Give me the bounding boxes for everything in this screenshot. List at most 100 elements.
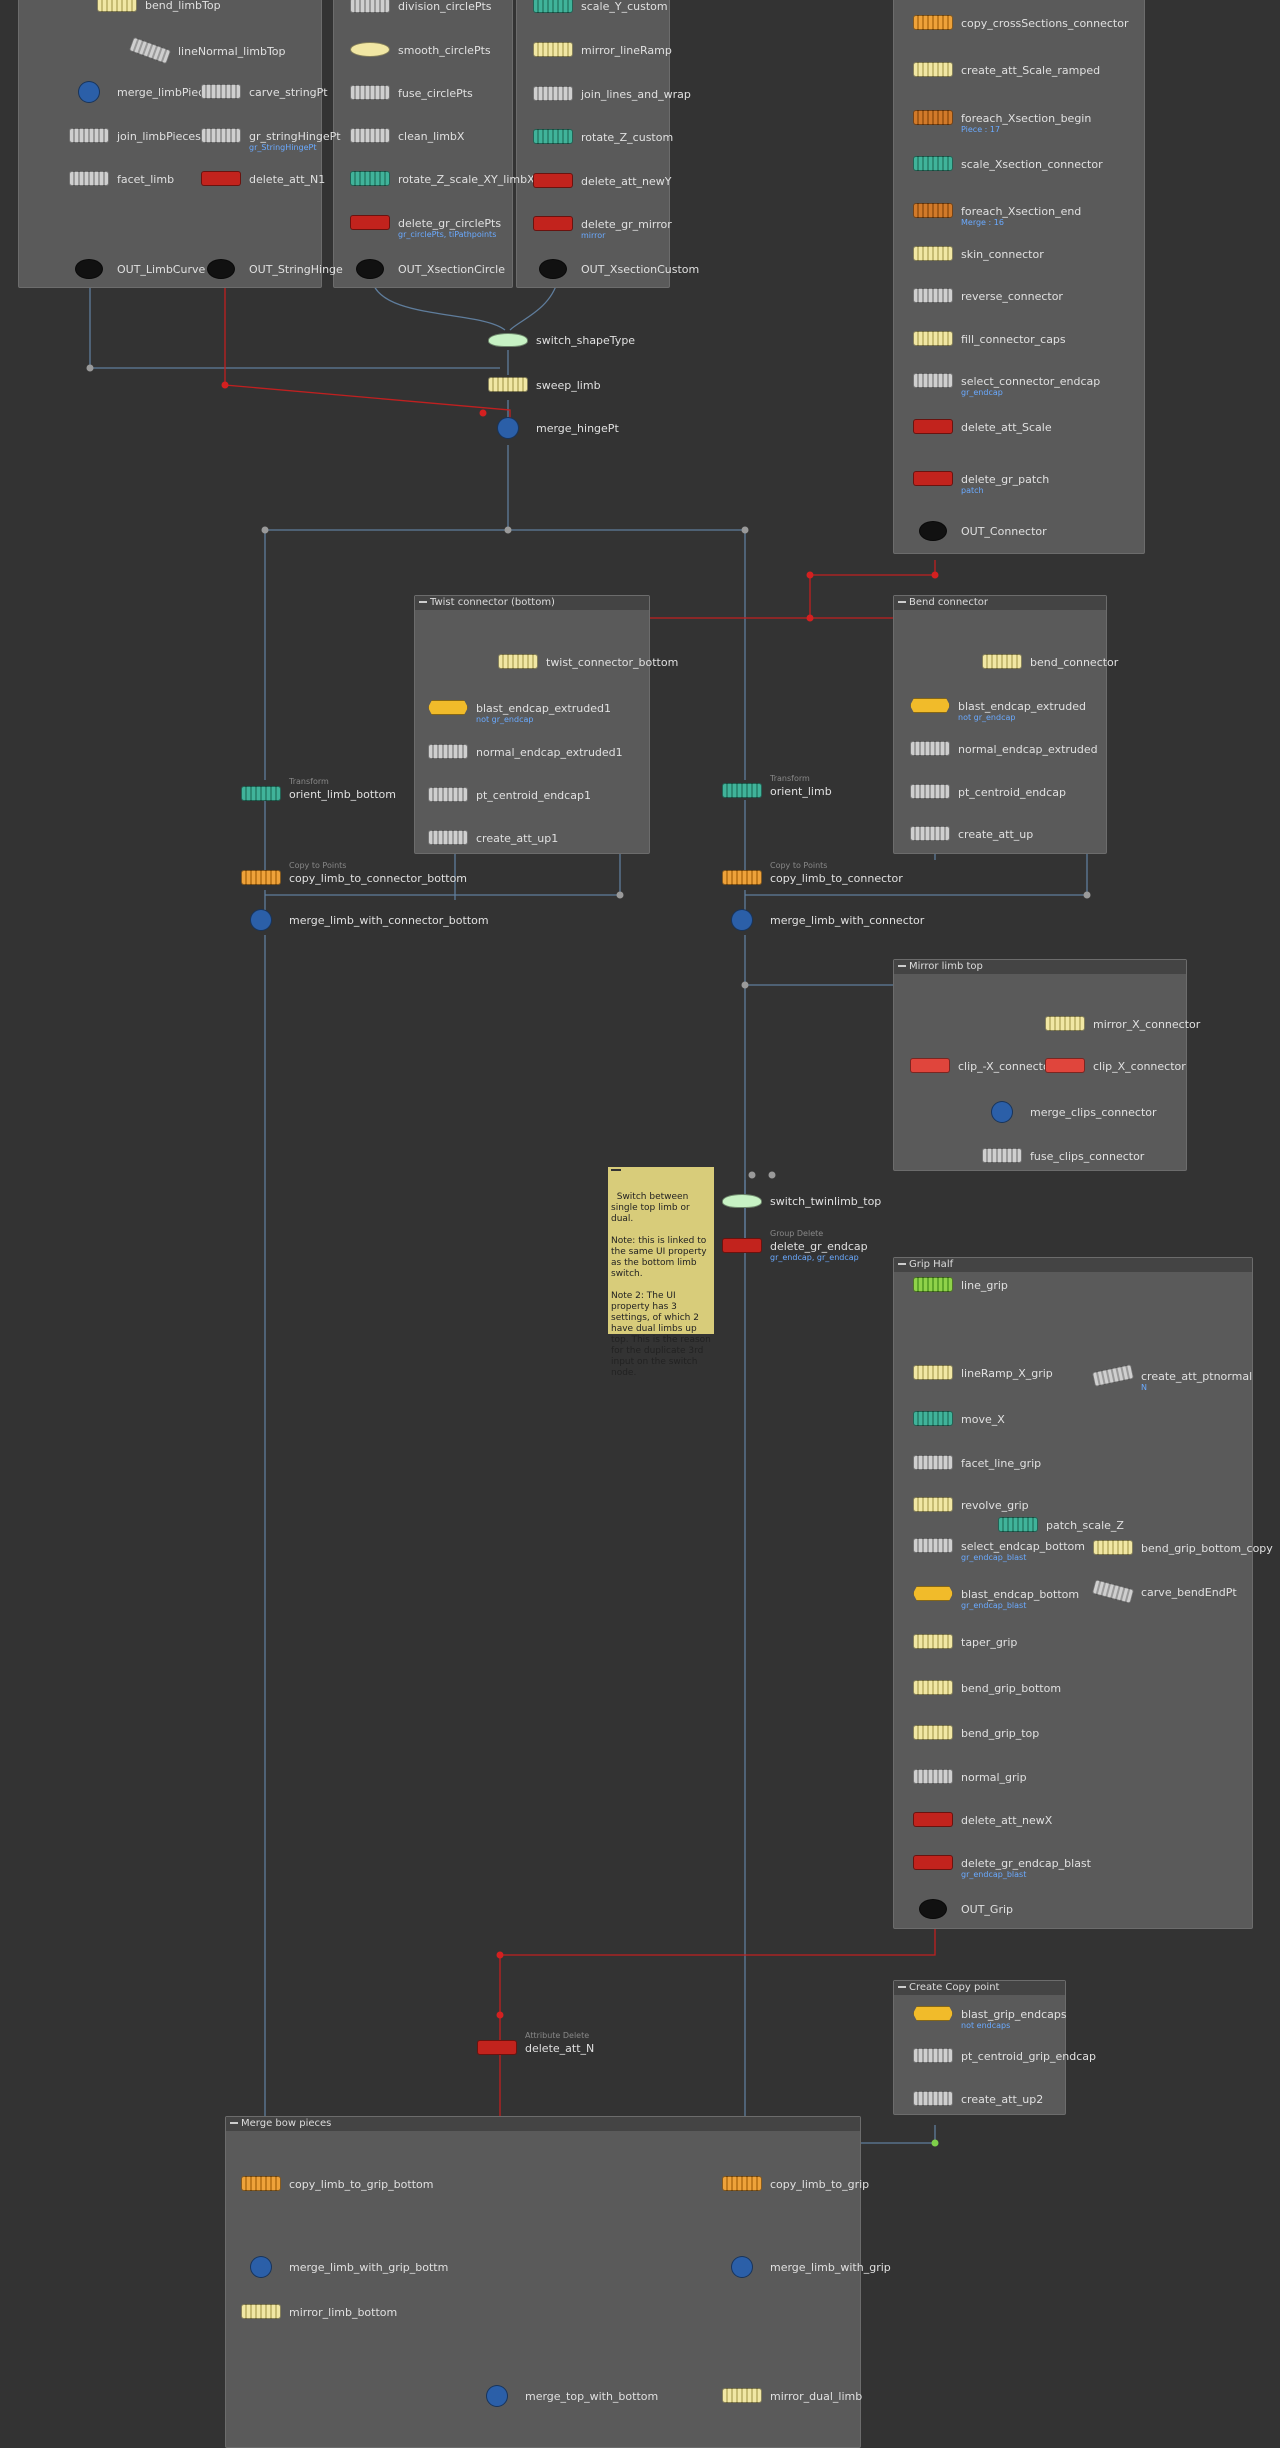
network-box-title[interactable]: Bend connector <box>894 596 1106 610</box>
node-label: merge_limb_with_connector <box>770 914 925 927</box>
network-box-title[interactable]: Merge bow pieces <box>226 2117 860 2131</box>
node-label: delete_att_N <box>525 2042 595 2055</box>
node-icon <box>241 786 281 801</box>
node-icon <box>428 830 468 845</box>
node-label: reverse_connector <box>961 290 1063 303</box>
node-label: delete_att_newY <box>581 175 672 188</box>
node-label: create_att_ptnormal <box>1141 1370 1253 1383</box>
node-label: mirror_limb_bottom <box>289 2306 398 2319</box>
node-label: delete_gr_circlePts <box>398 217 502 230</box>
node-icon <box>533 129 573 144</box>
node-label: normal_endcap_extruded <box>958 743 1098 756</box>
node-icon <box>913 1455 953 1470</box>
node-icon <box>722 870 762 885</box>
node-icon <box>533 216 573 231</box>
node-label: division_circlePts <box>398 0 492 13</box>
node-label: create_att_up2 <box>961 2093 1044 2106</box>
node-label: OUT_XsectionCustom <box>581 263 700 276</box>
node-label: select_endcap_bottom <box>961 1540 1085 1553</box>
node-label: mirror_dual_limb <box>770 2390 863 2403</box>
node-sublabel: patch <box>961 486 984 495</box>
merge-icon <box>486 2385 508 2407</box>
node-icon <box>913 1769 953 1784</box>
node-icon <box>982 654 1022 669</box>
node-label: copy_limb_to_grip_bottom <box>289 2178 434 2191</box>
network-box-title[interactable]: Mirror limb top <box>894 960 1186 974</box>
node-icon <box>350 215 390 230</box>
out-icon <box>539 259 567 279</box>
node-icon <box>533 86 573 101</box>
node-label: delete_gr_patch <box>961 473 1050 486</box>
node-label: facet_limb <box>117 173 175 186</box>
out-icon <box>207 259 235 279</box>
node-label: OUT_StringHinge <box>249 263 343 276</box>
sticky-note[interactable]: Switch between single top limb or dual. … <box>608 1167 714 1378</box>
node-sublabel: gr_endcap <box>961 388 1003 397</box>
node-label: bend_limbTop <box>145 0 221 12</box>
node-label: delete_att_Scale <box>961 421 1052 434</box>
node-label: pt_centroid_grip_endcap <box>961 2050 1096 2063</box>
node-label: copy_limb_to_connector <box>770 872 903 885</box>
out-icon <box>75 259 103 279</box>
node-icon <box>913 110 953 125</box>
node-icon <box>913 419 953 434</box>
node-label: merge_limb_with_grip_bottm <box>289 2261 449 2274</box>
network-box-title[interactable]: Create Copy point <box>894 1981 1065 1995</box>
node-label: scale_Y_custom <box>581 0 668 13</box>
node-label: fuse_circlePts <box>398 87 473 100</box>
node-label: switch_shapeType <box>536 334 636 347</box>
node-icon <box>201 128 241 143</box>
merge-icon <box>497 417 519 439</box>
node-icon <box>913 1277 953 1292</box>
node-label: twist_connector_bottom <box>546 656 679 669</box>
node-label: gr_stringHingePt <box>249 130 341 143</box>
node-label: smooth_circlePts <box>398 44 491 57</box>
node-icon <box>69 128 109 143</box>
node-type-caption: Group Delete <box>770 1229 824 1238</box>
node-icon <box>533 42 573 57</box>
node-icon <box>241 2304 281 2319</box>
node-icon <box>350 0 390 13</box>
node-label: OUT_Grip <box>961 1903 1014 1916</box>
node-label: OUT_XsectionCircle <box>398 263 505 276</box>
node-label: create_att_Scale_ramped <box>961 64 1101 77</box>
node-type-caption: Copy to Points <box>289 861 347 870</box>
node-icon <box>910 784 950 799</box>
node-label: merge_clips_connector <box>1030 1106 1157 1119</box>
node-label: carve_stringPt <box>249 86 328 99</box>
node-label: line_grip <box>961 1279 1008 1292</box>
wire <box>89 280 500 369</box>
node-icon <box>982 1148 1022 1163</box>
node-sublabel: gr_endcap_blast <box>961 1601 1027 1610</box>
node-icon <box>913 1634 953 1649</box>
node-icon <box>913 2048 953 2063</box>
network-box-title-text: Merge bow pieces <box>241 2118 332 2129</box>
node-icon <box>913 15 953 30</box>
node-label: select_connector_endcap <box>961 375 1101 388</box>
network-box-twist-bottom[interactable]: Twist connector (bottom) <box>414 595 650 854</box>
node-label: copy_limb_to_connector_bottom <box>289 872 468 885</box>
network-box-title-text: Create Copy point <box>909 1982 1000 1993</box>
node-icon <box>913 373 953 388</box>
node-sublabel: Piece : 17 <box>961 125 1001 134</box>
node-icon <box>913 1812 953 1827</box>
node-type-caption: Attribute Delete <box>525 2031 590 2040</box>
network-box-title[interactable]: Grip Half <box>894 1258 1252 1272</box>
node-label: lineNormal_limbTop <box>178 45 286 58</box>
out-icon <box>356 259 384 279</box>
network-box-bend[interactable]: Bend connector <box>893 595 1107 854</box>
network-box-title[interactable]: Twist connector (bottom) <box>415 596 649 610</box>
node-label: delete_gr_mirror <box>581 218 672 231</box>
node-type-caption: Transform <box>289 777 329 786</box>
node-icon <box>913 1680 953 1695</box>
node-icon <box>722 2388 762 2403</box>
switch-icon <box>488 333 528 347</box>
node-icon <box>913 1538 953 1553</box>
node-icon <box>913 62 953 77</box>
sticky-note-text: Switch between single top limb or dual. … <box>611 1192 711 1378</box>
node-icon <box>1045 1058 1085 1073</box>
node-label: foreach_Xsection_begin <box>961 112 1092 125</box>
node-icon <box>97 0 137 12</box>
node-icon <box>498 654 538 669</box>
node-label: move_X <box>961 1413 1005 1426</box>
